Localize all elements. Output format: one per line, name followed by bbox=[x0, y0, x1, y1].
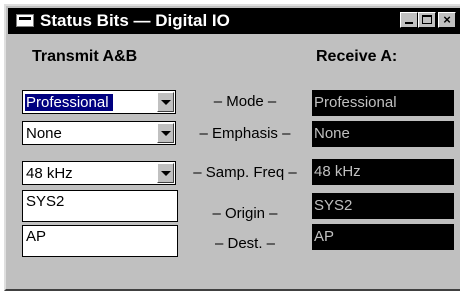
chevron-down-icon[interactable] bbox=[157, 123, 174, 143]
origin-input[interactable]: SYS2 bbox=[22, 190, 178, 222]
receive-emphasis-value: None bbox=[314, 125, 350, 142]
receive-emphasis-display: None bbox=[312, 121, 454, 147]
mode-select[interactable]: Professional bbox=[22, 90, 176, 114]
receive-mode-display: Professional bbox=[312, 90, 454, 116]
dest-input[interactable]: AP bbox=[22, 225, 178, 257]
transmit-header: Transmit A&B bbox=[32, 48, 138, 65]
emphasis-label: – Emphasis – bbox=[199, 125, 291, 142]
samp-freq-select-value: 48 kHz bbox=[26, 165, 73, 182]
emphasis-select[interactable]: None bbox=[22, 121, 176, 145]
title-bar[interactable]: Status Bits — Digital IO × bbox=[8, 8, 460, 34]
receive-origin-value: SYS2 bbox=[314, 197, 353, 214]
receive-dest-value: AP bbox=[314, 228, 335, 245]
origin-input-value: SYS2 bbox=[26, 193, 65, 210]
minimize-icon[interactable] bbox=[400, 12, 418, 28]
window-title: Status Bits — Digital IO bbox=[40, 11, 230, 30]
system-menu-icon[interactable] bbox=[16, 14, 34, 27]
dest-input-value: AP bbox=[26, 228, 47, 245]
origin-label: – Origin – bbox=[212, 205, 278, 222]
maximize-icon[interactable] bbox=[418, 12, 436, 28]
receive-origin-display: SYS2 bbox=[312, 193, 454, 219]
close-icon[interactable]: × bbox=[438, 12, 456, 28]
mode-label: – Mode – bbox=[213, 93, 277, 110]
dest-label: – Dest. – bbox=[214, 235, 276, 252]
mode-select-value: Professional bbox=[25, 94, 113, 111]
receive-dest-display: AP bbox=[312, 224, 454, 250]
chevron-down-icon[interactable] bbox=[157, 92, 174, 112]
emphasis-select-value: None bbox=[26, 125, 62, 142]
chevron-down-icon[interactable] bbox=[157, 163, 174, 183]
receive-samp-freq-value: 48 kHz bbox=[314, 163, 361, 180]
receive-samp-freq-display: 48 kHz bbox=[312, 159, 454, 185]
receive-mode-value: Professional bbox=[314, 94, 397, 111]
receive-header: Receive A: bbox=[316, 48, 398, 65]
samp-freq-label: – Samp. Freq – bbox=[193, 164, 297, 181]
samp-freq-select[interactable]: 48 kHz bbox=[22, 161, 176, 185]
